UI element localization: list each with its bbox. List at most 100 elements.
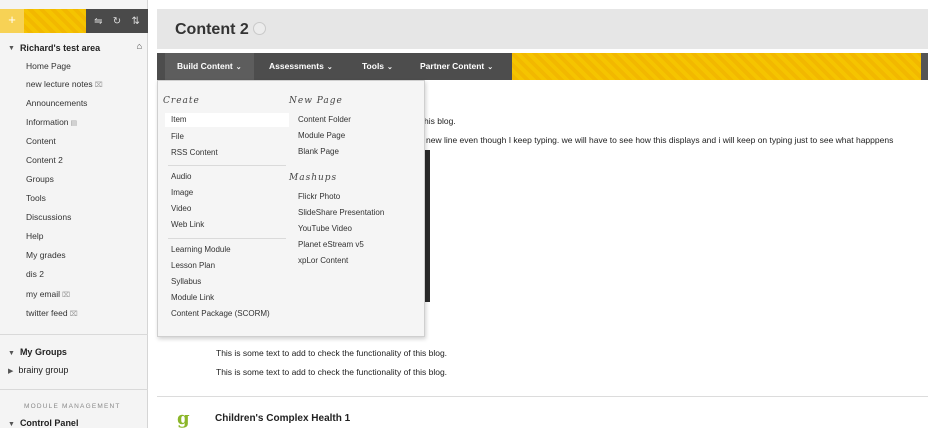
sidebar-item-label: Groups	[26, 174, 54, 184]
chevron-down-icon: ⌄	[235, 64, 242, 71]
menu-separator	[168, 238, 286, 239]
home-icon[interactable]: ⌂	[137, 41, 142, 51]
menu-item-youtube-video[interactable]: YouTube Video	[298, 222, 352, 236]
chevron-down-icon: ⌄	[326, 64, 333, 71]
button-label: Assessments	[269, 61, 324, 71]
sidebar-item-label: My grades	[26, 250, 66, 260]
sidebar-item-label: my email	[26, 289, 61, 299]
action-bar-end-tab[interactable]	[921, 53, 928, 80]
page-options-icon[interactable]	[253, 22, 266, 35]
sidebar-item-label: Content	[26, 136, 56, 146]
course-title: Richard's test area	[19, 43, 101, 53]
page-header: Content 2	[157, 9, 928, 49]
build-content-button[interactable]: Build Content ⌄	[165, 53, 254, 80]
hidden-item-icon: ⌧	[69, 311, 78, 318]
chevron-down-icon: ⌄	[487, 64, 494, 71]
sidebar-item-help[interactable]: Help	[26, 229, 144, 243]
sidebar-item-label: Content 2	[26, 155, 63, 165]
hidden-item-icon: ⌧	[62, 292, 71, 299]
menu-item-video[interactable]: Video	[171, 202, 191, 216]
sidebar-item-tools[interactable]: Tools	[26, 191, 144, 205]
learning-item-icon: g	[177, 408, 190, 428]
sidebar-item-my-grades[interactable]: My grades	[26, 248, 144, 262]
plus-icon[interactable]: +	[0, 9, 24, 33]
course-menu-toolbar: + ⇋ ↻ ⇅	[0, 9, 148, 33]
sidebar-item-label: Home Page	[26, 61, 71, 71]
menu-item-syllabus[interactable]: Syllabus	[171, 275, 201, 289]
caret-right-icon: ▶	[8, 368, 14, 375]
page-title: Content 2	[175, 21, 249, 38]
sidebar-divider	[0, 334, 148, 335]
create-heading: Create	[163, 96, 200, 106]
menu-item-rss-content[interactable]: RSS Content	[171, 146, 218, 160]
tools-button[interactable]: Tools ⌄	[362, 53, 393, 80]
caret-down-icon: ▼	[8, 421, 15, 428]
menu-item-flickr-photo[interactable]: Flickr Photo	[298, 190, 340, 204]
chevron-down-icon: ⌄	[387, 64, 393, 71]
sidebar-item-label: Information	[26, 117, 69, 127]
sidebar-item-content-2[interactable]: Content 2	[26, 153, 144, 167]
sidebar-item-label: Help	[26, 231, 44, 241]
menu-item-lesson-plan[interactable]: Lesson Plan	[171, 259, 215, 273]
sidebar-item-label: Announcements	[26, 98, 88, 108]
my-groups-label: My Groups	[19, 347, 67, 357]
content-text-line: This is some text to add to check the fu…	[216, 348, 448, 358]
reorder-icon[interactable]: ⇋	[94, 16, 102, 27]
content-text-line: his blog.	[424, 116, 456, 126]
new-page-heading: New Page	[289, 96, 343, 106]
menu-item-blank-page[interactable]: Blank Page	[298, 145, 339, 159]
sidebar-item-label: Tools	[26, 193, 46, 203]
sidebar-item-home-page[interactable]: Home Page	[26, 59, 144, 73]
menu-item-web-link[interactable]: Web Link	[171, 218, 204, 232]
group-item-label: brainy group	[18, 365, 69, 375]
sidebar-item-twitter-feed[interactable]: twitter feed ⌧	[26, 306, 144, 320]
menu-item-module-link[interactable]: Module Link	[171, 291, 214, 305]
sidebar-item-announcements[interactable]: Announcements	[26, 96, 144, 110]
mashups-heading: Mashups	[289, 173, 338, 183]
course-menu-sidebar: + ⇋ ↻ ⇅ ▼ Richard's test area ⌂ Home Pag…	[0, 0, 148, 428]
sidebar-item-label: twitter feed	[26, 308, 68, 318]
sidebar-item-groups[interactable]: Groups	[26, 172, 144, 186]
sidebar-item-my-email[interactable]: my email ⌧	[26, 287, 144, 301]
menu-item-planet-estream[interactable]: Planet eStream v5	[298, 238, 364, 252]
menu-item-item[interactable]: Item	[165, 113, 289, 127]
menu-item-image[interactable]: Image	[171, 186, 193, 200]
control-panel-toggle[interactable]: ▼ Control Panel	[0, 416, 148, 428]
menu-item-audio[interactable]: Audio	[171, 170, 191, 184]
sidebar-item-information[interactable]: Information ▤	[26, 115, 144, 129]
course-title-toggle[interactable]: ▼ Richard's test area ⌂	[0, 41, 148, 55]
hidden-item-icon: ⌧	[94, 82, 103, 89]
sort-icon[interactable]: ⇅	[131, 16, 139, 27]
course-menu-tools: ⇋ ↻ ⇅	[86, 9, 148, 33]
menu-item-content-folder[interactable]: Content Folder	[298, 113, 351, 127]
button-label: Build Content	[177, 61, 233, 71]
refresh-icon[interactable]: ↻	[113, 16, 121, 27]
sidebar-item-label: dis 2	[26, 269, 44, 279]
sidebar-divider	[0, 389, 148, 390]
sidebar-item-new-lecture-notes[interactable]: new lecture notes ⌧	[26, 77, 144, 91]
assessments-button[interactable]: Assessments ⌄	[269, 53, 333, 80]
content-divider	[157, 396, 928, 397]
sidebar-item-label: new lecture notes	[26, 79, 93, 89]
sidebar-item-dis-2[interactable]: dis 2	[26, 267, 144, 281]
caret-down-icon: ▼	[8, 350, 15, 357]
menu-item-module-page[interactable]: Module Page	[298, 129, 345, 143]
menu-item-slideshare-presentation[interactable]: SlideShare Presentation	[298, 206, 384, 220]
content-text-line: new line even though I keep typing. we w…	[426, 135, 894, 145]
sidebar-item-label: Discussions	[26, 212, 72, 222]
menu-item-content-package-scorm[interactable]: Content Package (SCORM)	[171, 307, 270, 321]
sidebar-item-content[interactable]: Content	[26, 134, 144, 148]
group-item-brainy-group[interactable]: ▶ brainy group	[0, 363, 148, 377]
menu-item-file[interactable]: File	[171, 130, 184, 144]
my-groups-toggle[interactable]: ▼ My Groups	[0, 345, 148, 359]
sidebar-item-discussions[interactable]: Discussions	[26, 210, 144, 224]
caret-down-icon: ▼	[8, 44, 15, 52]
button-label: Partner Content	[420, 61, 485, 71]
content-item-title[interactable]: Children's Complex Health 1	[215, 413, 350, 424]
content-text-line: This is some text to add to check the fu…	[216, 367, 448, 377]
partner-content-button[interactable]: Partner Content ⌄	[420, 53, 493, 80]
menu-item-xplor-content[interactable]: xpLor Content	[298, 254, 348, 268]
build-content-menu: Create Item File RSS Content Audio Image…	[157, 80, 425, 337]
menu-item-learning-module[interactable]: Learning Module	[171, 243, 231, 257]
control-panel-label: Control Panel	[19, 418, 79, 428]
